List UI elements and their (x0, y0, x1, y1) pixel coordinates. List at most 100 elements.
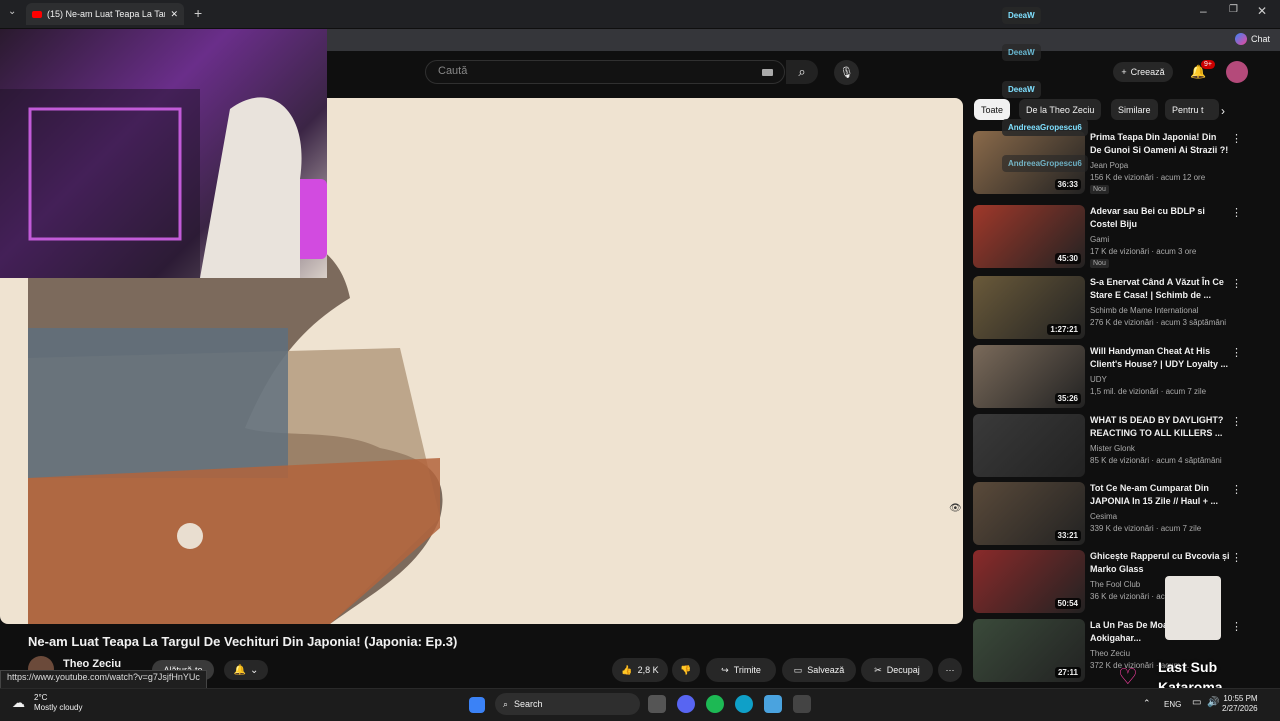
recommendation-meta: 17 K de vizionări · acum 3 ore (1090, 247, 1197, 256)
file-explorer-icon[interactable] (764, 695, 782, 713)
maximize-icon[interactable]: ❐ (1229, 4, 1238, 15)
search-icon: ⌕ (798, 64, 806, 79)
chips-next-icon[interactable]: › (1221, 104, 1225, 118)
recommendation-item[interactable]: 45:30 Adevar sau Bei cu BDLP si Costel Bi… (973, 205, 1263, 269)
more-options-icon[interactable]: ⋮ (1231, 551, 1242, 564)
keyboard-icon[interactable] (762, 69, 773, 76)
recommendation-meta: 339 K de vizionări · acum 7 zile (1090, 524, 1202, 533)
more-options-icon[interactable]: ⋮ (1231, 620, 1242, 633)
recommendation-item[interactable]: 35:26 Will Handyman Cheat At His Client's… (973, 345, 1263, 409)
network-icon[interactable]: ▭ (1192, 697, 1201, 708)
volume-icon[interactable]: 🔊 (1207, 697, 1219, 708)
chat-user: DeeaW (1008, 48, 1035, 57)
search-input[interactable]: Caută (425, 60, 785, 84)
microphone-icon: 🎙 (839, 67, 854, 79)
like-button[interactable]: 👍 2,8 K (612, 658, 668, 682)
more-options-icon[interactable]: ⋮ (1231, 206, 1242, 219)
close-window-icon[interactable]: ✕ (1257, 4, 1267, 18)
recommendation-thumbnail[interactable]: 45:30 (973, 205, 1085, 268)
more-options-icon[interactable]: ⋮ (1231, 132, 1242, 145)
recommendation-title[interactable]: Will Handyman Cheat At His Client's Hous… (1090, 345, 1230, 371)
bell-icon: 🔔 (233, 664, 247, 676)
recommendation-thumbnail[interactable]: 33:21 (973, 482, 1085, 545)
tray-chevron-icon[interactable]: ⌃ (1143, 698, 1151, 709)
tab-list-chevron-icon[interactable]: ⌄ (8, 6, 16, 17)
plus-icon: + (1121, 67, 1127, 77)
browser-tab[interactable]: (15) Ne-am Luat Teapa La Targul D ✕ (26, 3, 184, 25)
windows-start-icon[interactable] (469, 697, 485, 713)
discord-icon[interactable] (677, 695, 695, 713)
task-view-icon[interactable] (648, 695, 666, 713)
more-icon: ⋯ (945, 664, 955, 675)
recommendation-item[interactable]: 33:21 Tot Ce Ne-am Cumparat Din JAPONIA I… (973, 482, 1263, 546)
save-button[interactable]: ▭ Salvează (782, 658, 856, 682)
recommendation-thumbnail[interactable]: 50:54 (973, 550, 1085, 613)
more-options-icon[interactable]: ⋮ (1231, 277, 1242, 290)
thumbs-up-icon: 👍 (621, 664, 633, 675)
stream-chat-overlay: DeeaW (1002, 44, 1041, 61)
share-label: Trimite (733, 665, 761, 675)
recommendation-channel[interactable]: Mister Glonk (1090, 444, 1135, 453)
new-badge: Nou (1090, 185, 1109, 194)
edge-icon[interactable] (735, 695, 753, 713)
recommendation-channel[interactable]: Gami (1090, 235, 1109, 244)
status-bar-url: https://www.youtube.com/watch?v=g7JsjfHn… (0, 670, 207, 689)
more-actions-button[interactable]: ⋯ (938, 658, 962, 682)
clip-button[interactable]: ✂ Decupaj (861, 658, 933, 682)
address-bar[interactable] (327, 29, 1280, 51)
video-duration: 35:26 (1054, 393, 1081, 404)
recommendation-channel[interactable]: The Fool Club (1090, 580, 1140, 589)
recommendation-title[interactable]: Ghicește Rapperul cu Bvcovia și Marko Gl… (1090, 550, 1230, 576)
recommendation-thumbnail[interactable]: 35:26 (973, 345, 1085, 408)
video-duration: 1:27:21 (1047, 324, 1081, 335)
search-placeholder: Caută (438, 65, 468, 77)
recommendation-channel[interactable]: Theo Zeciu (1090, 649, 1130, 658)
taskbar-search[interactable]: ⌕ Search (495, 693, 640, 715)
recommendation-channel[interactable]: Schimb de Mame International (1090, 306, 1199, 315)
share-button[interactable]: ↪ Trimite (706, 658, 776, 682)
chip-for-you[interactable]: Pentru t (1165, 99, 1219, 120)
chat-label: Chat (1251, 34, 1271, 44)
recommendation-channel[interactable]: Cesima (1090, 512, 1117, 521)
dislike-button[interactable]: 👎 (672, 658, 700, 682)
chip-all[interactable]: Toate (974, 99, 1011, 120)
account-avatar[interactable] (1226, 61, 1248, 83)
video-duration: 50:54 (1054, 598, 1081, 609)
recommendation-thumbnail[interactable]: 1:27:21 (973, 276, 1085, 339)
subscription-bell-button[interactable]: 🔔 ⌄ (224, 660, 268, 680)
more-options-icon[interactable]: ⋮ (1231, 346, 1242, 359)
channel-name[interactable]: Theo Zeciu (63, 658, 121, 670)
share-icon: ↪ (721, 664, 729, 675)
obs-icon[interactable] (793, 695, 811, 713)
weather-desc: Mostly cloudy (34, 703, 83, 712)
recommendation-thumbnail[interactable]: 27:11 (973, 619, 1085, 682)
voice-search-button[interactable]: 🎙 (834, 60, 859, 85)
recommendation-title[interactable]: S-a Enervat Când A Văzut În Ce Stare E C… (1090, 276, 1230, 302)
new-tab-icon[interactable]: + (194, 5, 202, 21)
language-indicator[interactable]: ENG (1164, 700, 1181, 709)
webcam-frame (0, 89, 327, 278)
minimize-icon[interactable]: – (1200, 4, 1207, 18)
chip-from-channel[interactable]: De la Theo Zeciu (1019, 99, 1102, 120)
recommendation-channel[interactable]: Jean Popa (1090, 161, 1128, 170)
recommendation-title[interactable]: WHAT IS DEAD BY DAYLIGHT? REACTING TO AL… (1090, 414, 1230, 440)
recommendation-title[interactable]: Tot Ce Ne-am Cumparat Din JAPONIA In 15 … (1090, 482, 1230, 508)
chip-related[interactable]: Similare (1111, 99, 1158, 120)
more-options-icon[interactable]: ⋮ (1231, 415, 1242, 428)
tab-title: (15) Ne-am Luat Teapa La Targul D (47, 9, 166, 19)
recommendation-meta: 1,5 mil. de vizionări · acum 7 zile (1090, 387, 1207, 396)
create-button[interactable]: + Creează (1113, 62, 1173, 82)
recommendation-item[interactable]: WHAT IS DEAD BY DAYLIGHT? REACTING TO AL… (973, 414, 1263, 478)
recommendation-item[interactable]: 1:27:21 S-a Enervat Când A Văzut În Ce St… (973, 276, 1263, 340)
close-tab-icon[interactable]: ✕ (170, 9, 178, 20)
more-options-icon[interactable]: ⋮ (1231, 483, 1242, 496)
spotify-icon[interactable] (706, 695, 724, 713)
recommendation-title[interactable]: Prima Teapa Din Japonia! Din De Gunoi Si… (1090, 131, 1230, 157)
clock[interactable]: 10:55 PM 2/27/2026 (1222, 694, 1258, 714)
recommendation-thumbnail[interactable] (973, 414, 1085, 477)
recommendation-title[interactable]: Adevar sau Bei cu BDLP si Costel Biju (1090, 205, 1230, 231)
recommendation-channel[interactable]: UDY (1090, 375, 1107, 384)
copilot-chat-button[interactable]: Chat (1235, 33, 1270, 45)
search-button[interactable]: ⌕ (786, 60, 818, 84)
notification-badge: 9+ (1201, 60, 1215, 69)
